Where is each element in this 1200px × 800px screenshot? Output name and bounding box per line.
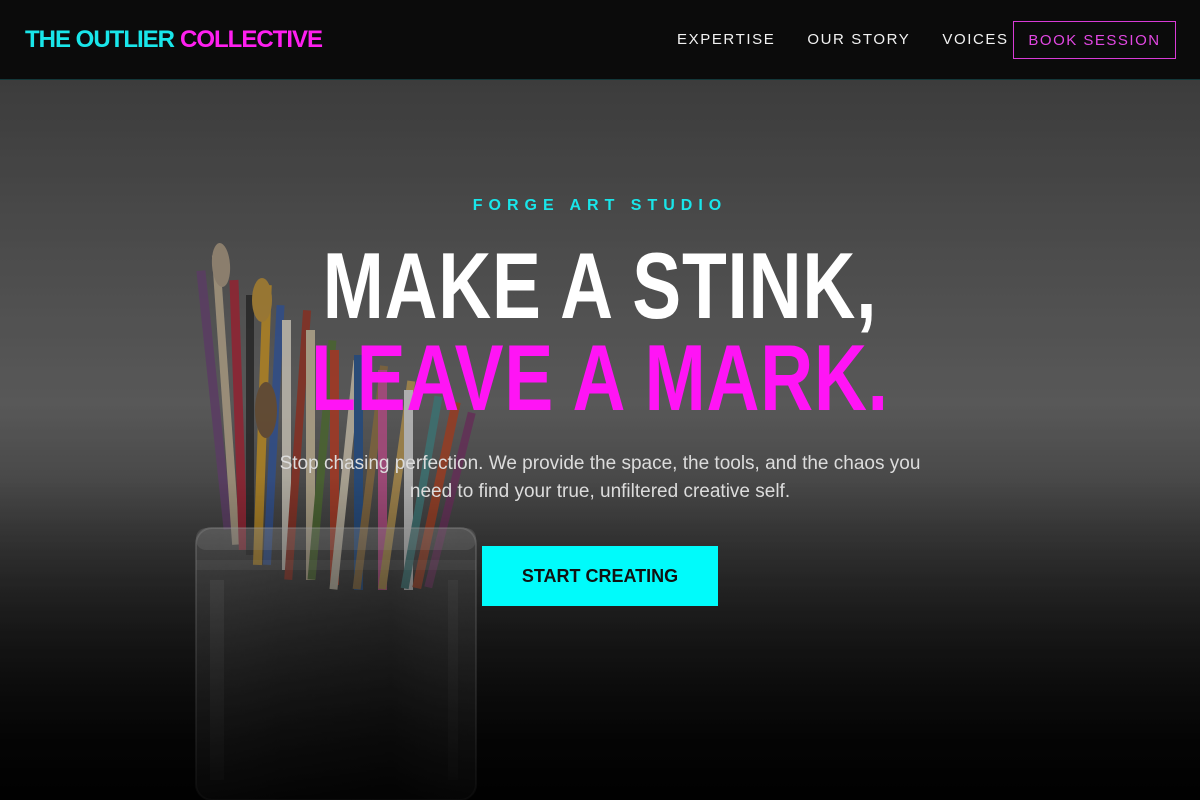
logo-text-primary: THE OUTLIER — [25, 26, 175, 53]
main-nav: EXPERTISE OUR STORY VOICES — [677, 30, 1009, 50]
nav-link-our-story[interactable]: OUR STORY — [807, 30, 910, 50]
nav-link-voices[interactable]: VOICES — [942, 30, 1008, 50]
nav-link-expertise[interactable]: EXPERTISE — [677, 30, 775, 50]
hero-eyebrow: FORGE ART STUDIO — [472, 197, 728, 214]
hero-headline-line2: LEAVE A MARK. — [311, 325, 889, 430]
logo-text-accent: COLLECTIVE — [180, 26, 323, 53]
logo[interactable]: THE OUTLIER COLLECTIVE — [25, 25, 323, 55]
hero-section: FORGE ART STUDIO MAKE A STINK, LEAVE A M… — [0, 80, 1200, 800]
hero-subtext: Stop chasing perfection. We provide the … — [279, 453, 921, 502]
hero-headline-line1: MAKE A STINK, — [322, 233, 878, 338]
hero-overlay — [0, 80, 1200, 800]
book-session-button[interactable]: BOOK SESSION — [1013, 21, 1176, 59]
site-header: THE OUTLIER COLLECTIVE EXPERTISE OUR STOR… — [0, 0, 1200, 80]
start-creating-button[interactable]: START CREATING — [482, 546, 718, 606]
